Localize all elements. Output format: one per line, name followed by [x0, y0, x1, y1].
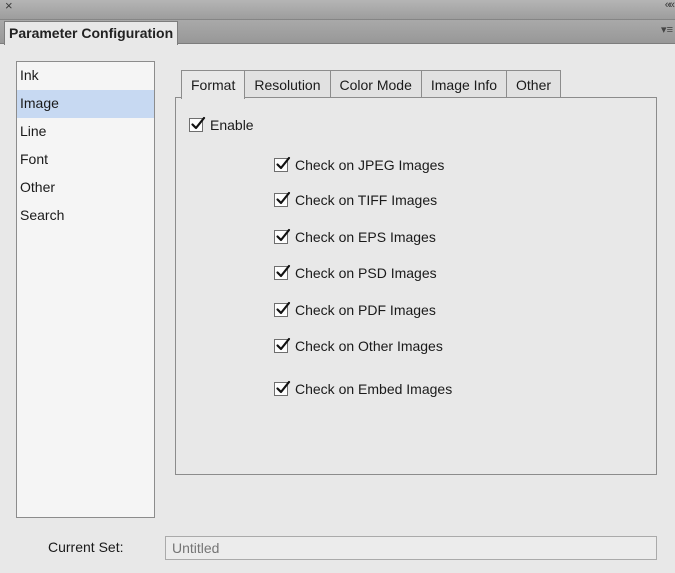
checkmark-icon — [276, 380, 291, 394]
check-pdf-row[interactable]: Check on PDF Images — [274, 300, 436, 320]
enable-label: Enable — [210, 117, 254, 133]
tab-other[interactable]: Other — [507, 70, 562, 98]
enable-checkbox[interactable] — [189, 116, 206, 132]
current-set-label: Current Set: — [48, 539, 124, 555]
close-icon[interactable]: × — [5, 0, 13, 13]
format-tab-panel — [175, 97, 657, 475]
check-jpeg-checkbox[interactable] — [274, 156, 291, 172]
tab-color-mode[interactable]: Color Mode — [330, 70, 422, 98]
check-pdf-checkbox[interactable] — [274, 301, 291, 317]
tab-format[interactable]: Format — [181, 70, 246, 99]
check-jpeg-label: Check on JPEG Images — [295, 157, 445, 173]
image-settings-tabs: Format Resolution Color Mode Image Info … — [181, 70, 562, 99]
check-eps-row[interactable]: Check on EPS Images — [274, 227, 436, 247]
check-psd-label: Check on PSD Images — [295, 265, 437, 281]
check-pdf-label: Check on PDF Images — [295, 302, 436, 318]
panel-tab-bar: Parameter Configuration ▾≡ — [0, 20, 675, 45]
check-embed-checkbox[interactable] — [274, 380, 291, 396]
check-psd-row[interactable]: Check on PSD Images — [274, 263, 437, 283]
check-other-label: Check on Other Images — [295, 338, 443, 354]
current-set-input[interactable] — [165, 536, 657, 560]
check-psd-checkbox[interactable] — [274, 264, 291, 280]
enable-checkbox-row[interactable]: Enable — [189, 115, 254, 135]
check-eps-label: Check on EPS Images — [295, 229, 436, 245]
checkmark-icon — [191, 116, 206, 130]
checkmark-icon — [276, 156, 291, 170]
checkmark-icon — [276, 228, 291, 242]
category-item-image[interactable]: Image — [17, 90, 154, 118]
category-item-other[interactable]: Other — [17, 174, 154, 202]
check-tiff-label: Check on TIFF Images — [295, 192, 438, 208]
tab-image-info[interactable]: Image Info — [421, 70, 508, 98]
collapse-panel-icon[interactable]: «« — [665, 0, 675, 11]
check-jpeg-row[interactable]: Check on JPEG Images — [274, 155, 444, 175]
check-eps-checkbox[interactable] — [274, 228, 291, 244]
panel-menu-icon[interactable]: ▾≡ — [661, 23, 673, 36]
category-item-line[interactable]: Line — [17, 118, 154, 146]
category-item-ink[interactable]: Ink — [17, 62, 154, 90]
check-other-row[interactable]: Check on Other Images — [274, 336, 443, 356]
checkmark-icon — [276, 191, 291, 205]
parameter-configuration-window: × «« Parameter Configuration ▾≡ Ink Imag… — [0, 0, 675, 573]
category-item-font[interactable]: Font — [17, 146, 154, 174]
window-titlebar: × «« — [0, 0, 675, 20]
check-embed-label: Check on Embed Images — [295, 381, 453, 397]
check-other-checkbox[interactable] — [274, 337, 291, 353]
category-item-search[interactable]: Search — [17, 202, 154, 230]
checkmark-icon — [276, 337, 291, 351]
category-list: Ink Image Line Font Other Search — [16, 61, 155, 518]
tab-resolution[interactable]: Resolution — [245, 70, 331, 98]
check-tiff-checkbox[interactable] — [274, 191, 291, 207]
checkmark-icon — [276, 301, 291, 315]
checkmark-icon — [276, 264, 291, 278]
check-tiff-row[interactable]: Check on TIFF Images — [274, 190, 437, 210]
check-embed-row[interactable]: Check on Embed Images — [274, 379, 452, 399]
panel-tab-parameter-configuration[interactable]: Parameter Configuration — [4, 21, 179, 45]
